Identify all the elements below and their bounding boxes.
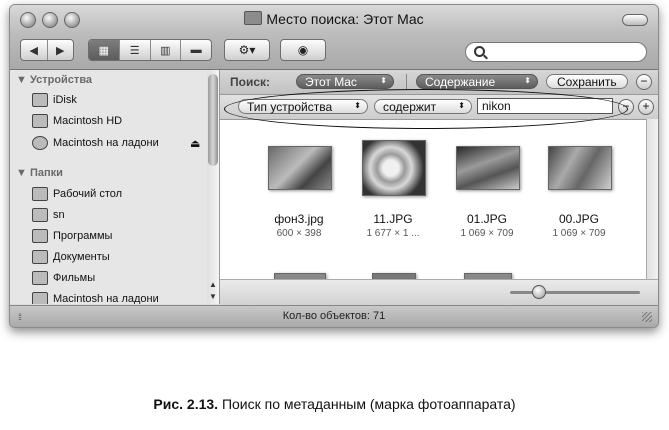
status-bar: ⁞⁞ Кол-во объектов: 71 (10, 305, 658, 327)
updown-arrow-icon: ⬍ (380, 76, 387, 85)
figure-caption: Рис. 2.13. Поиск по метаданным (марка фо… (0, 396, 669, 412)
search-input[interactable] (465, 42, 647, 62)
file-thumbnail[interactable] (548, 146, 612, 190)
add-criteria-button[interactable]: + (638, 99, 654, 115)
figure-text: Поиск по метаданным (марка фотоаппарата) (218, 396, 516, 412)
file-thumbnail[interactable] (456, 146, 520, 190)
movies-icon (32, 271, 48, 285)
file-name[interactable]: 01.JPG (437, 212, 537, 226)
action-button[interactable]: ⚙▾ (224, 39, 270, 61)
file-name[interactable]: фон3.jpg (249, 212, 349, 226)
hard-drive-icon (32, 114, 48, 128)
desktop-icon (32, 187, 48, 201)
sidebar-item-home[interactable]: sn (32, 208, 65, 222)
forward-arrow-icon[interactable]: ▶ (48, 40, 74, 60)
scroll-down-arrow-icon[interactable]: ▼ (209, 292, 217, 301)
documents-icon (32, 250, 48, 264)
scope-this-mac-button[interactable]: Этот Mac ⬍ (296, 74, 394, 89)
titlebar[interactable]: Место поиска: Этот Mac (10, 5, 658, 33)
quicklook-button[interactable]: ◉ (280, 39, 326, 61)
applications-icon (32, 229, 48, 243)
file-dimensions: 600 × 398 (276, 228, 322, 239)
toolbar-toggle-button[interactable] (622, 14, 648, 26)
gear-icon: ⚙▾ (238, 43, 256, 57)
sidebar-item-macintosh-hd[interactable]: Macintosh HD (32, 114, 122, 128)
item-count: Кол-во объектов: 71 (282, 310, 386, 322)
divider (406, 74, 407, 90)
search-label: Поиск: (230, 75, 271, 89)
file-dimensions: 1 069 × 709 (460, 228, 514, 239)
file-thumbnail[interactable] (362, 140, 426, 196)
resize-grip-icon[interactable] (642, 312, 652, 322)
sidebar-header-places[interactable]: ▼ Папки (16, 167, 63, 179)
sidebar-item-macintosh-palm[interactable]: Macintosh на ладони ⏏ (32, 136, 202, 150)
sidebar-item-macintosh-palm-folder[interactable]: Macintosh на ладони (32, 292, 159, 304)
icon-size-slider[interactable] (510, 291, 640, 294)
back-arrow-icon[interactable]: ◀ (21, 40, 48, 60)
sidebar-scrollbar[interactable]: ▲ ▼ (207, 70, 220, 304)
idisk-icon (32, 93, 48, 107)
file-name[interactable]: 00.JPG (529, 212, 629, 226)
sidebar-item-idisk[interactable]: iDisk (32, 93, 77, 107)
nav-buttons: ◀ ▶ (20, 39, 74, 61)
sidebar-item-documents[interactable]: Документы (32, 250, 110, 264)
search-icon (474, 46, 485, 57)
file-thumbnail[interactable] (268, 146, 332, 190)
eject-icon[interactable]: ⏏ (190, 137, 200, 150)
eye-icon: ◉ (297, 43, 309, 57)
disc-icon (32, 136, 48, 150)
coverflow-view-icon[interactable]: ▬ (181, 40, 211, 60)
scroll-up-arrow-icon[interactable]: ▲ (209, 280, 217, 289)
file-name[interactable]: 11.JPG (343, 212, 443, 226)
icon-view-icon[interactable]: ▦ (89, 40, 120, 60)
figure-label: Рис. 2.13. (153, 396, 219, 412)
finder-window: Место поиска: Этот Mac ◀ ▶ ▦ ☰ ▥ ▬ ⚙▾ ◉ … (9, 4, 659, 328)
icon-size-bar (220, 279, 658, 305)
file-dimensions: 1 677 × 1 ... (366, 228, 420, 239)
sidebar-header-devices[interactable]: ▼ Устройства (16, 74, 92, 86)
home-icon (32, 208, 48, 222)
file-dimensions: 1 069 × 709 (552, 228, 606, 239)
remove-scope-button[interactable]: − (636, 74, 652, 90)
sidebar-item-desktop[interactable]: Рабочий стол (32, 187, 122, 201)
scope-content-button[interactable]: Содержание ⬍ (416, 74, 538, 89)
updown-arrow-icon: ⬍ (524, 76, 531, 85)
sidebar-item-applications[interactable]: Программы (32, 229, 112, 243)
toolbar: ◀ ▶ ▦ ☰ ▥ ▬ ⚙▾ ◉ (10, 33, 658, 70)
sidebar: ▼ Устройства iDisk Macintosh HD Macintos… (10, 70, 208, 304)
folder-icon (32, 292, 48, 304)
content-scrollbar[interactable] (646, 119, 658, 279)
folder-icon (244, 11, 263, 25)
highlight-ellipse (224, 89, 628, 129)
save-button[interactable]: Сохранить (546, 74, 628, 89)
main-pane: Поиск: Этот Mac ⬍ Содержание ⬍ Сохранить −… (220, 70, 658, 305)
column-view-icon[interactable]: ▥ (151, 40, 182, 60)
window-title: Место поиска: Этот Mac (10, 11, 658, 27)
list-view-icon[interactable]: ☰ (120, 40, 151, 60)
view-buttons: ▦ ☰ ▥ ▬ (88, 39, 212, 61)
sidebar-item-movies[interactable]: Фильмы (32, 271, 95, 285)
icon-size-slider-knob[interactable] (532, 285, 546, 299)
sidebar-scroll-thumb[interactable] (208, 74, 218, 166)
